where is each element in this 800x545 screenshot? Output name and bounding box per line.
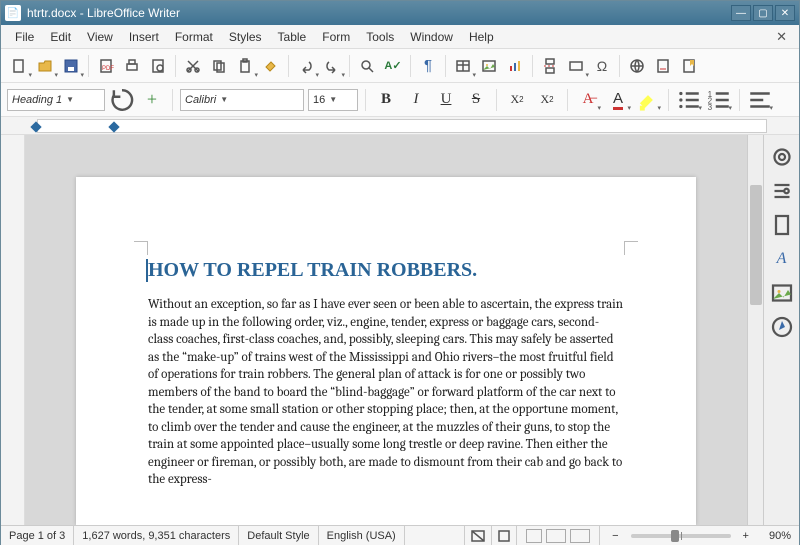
insert-field-button[interactable] [564,54,588,78]
sidebar-gallery-icon[interactable] [770,281,794,305]
view-book-button[interactable] [570,529,590,543]
status-spacer [405,526,465,545]
status-page-style[interactable]: Default Style [239,526,318,545]
menu-help[interactable]: Help [461,27,502,47]
strikethrough-button[interactable]: S [463,88,489,112]
document-body[interactable]: Without an exception, so far as I have e… [148,296,624,489]
export-pdf-button[interactable]: PDF [94,54,118,78]
font-name-combo[interactable]: Calibri▼ [180,89,304,111]
bullet-list-button[interactable] [676,88,702,112]
highlight-button[interactable] [635,88,661,112]
font-color-button[interactable]: A [605,88,631,112]
insert-page-break-button[interactable] [538,54,562,78]
insert-chart-button[interactable] [503,54,527,78]
view-single-page-button[interactable] [526,529,542,543]
margin-corner-icon [134,241,148,255]
new-button[interactable] [7,54,31,78]
sidebar: A [763,135,799,525]
status-language[interactable]: English (USA) [319,526,405,545]
svg-text:3: 3 [708,102,713,111]
ruler-horizontal[interactable] [1,117,799,135]
formatting-marks-button[interactable]: ¶ [416,54,440,78]
clone-formatting-button[interactable] [259,54,283,78]
minimize-button[interactable]: — [731,5,751,21]
menu-form[interactable]: Form [314,27,358,47]
insert-bookmark-button[interactable] [677,54,701,78]
close-document-button[interactable]: ✕ [770,26,793,48]
view-multi-page-button[interactable] [546,529,566,543]
zoom-in-button[interactable]: + [739,530,753,542]
app-icon: 📄 [5,5,21,21]
standard-toolbar: PDF A✓ ¶ Ω [1,49,799,83]
menu-file[interactable]: File [7,27,42,47]
cut-button[interactable] [181,54,205,78]
menu-insert[interactable]: Insert [121,27,167,47]
align-button[interactable] [747,88,773,112]
update-style-button[interactable] [109,88,135,112]
sidebar-page-icon[interactable] [770,213,794,237]
scrollbar-vertical[interactable] [747,135,763,525]
paste-button[interactable] [233,54,257,78]
insert-footnote-button[interactable] [651,54,675,78]
redo-button[interactable] [320,54,344,78]
bold-button[interactable]: B [373,88,399,112]
menu-edit[interactable]: Edit [42,27,79,47]
new-style-button[interactable]: + [139,88,165,112]
document-page[interactable]: HOW TO REPEL TRAIN ROBBERS. Without an e… [76,177,696,525]
status-page[interactable]: Page 1 of 3 [1,526,74,545]
status-signature[interactable] [492,526,517,545]
titlebar: 📄 htrtr.docx - LibreOffice Writer — ▢ ✕ [1,1,799,25]
copy-button[interactable] [207,54,231,78]
window-title: htrtr.docx - LibreOffice Writer [27,6,731,20]
status-selection-mode[interactable] [465,526,492,545]
close-window-button[interactable]: ✕ [775,5,795,21]
paragraph-style-combo[interactable]: Heading 1▼ [7,89,105,111]
insert-hyperlink-button[interactable] [625,54,649,78]
undo-button[interactable] [294,54,318,78]
margin-corner-icon [624,241,638,255]
formatting-toolbar: Heading 1▼ + Calibri▼ 16▼ B I U S X2 X2 … [1,83,799,117]
find-replace-button[interactable] [355,54,379,78]
menu-tools[interactable]: Tools [358,27,402,47]
statusbar: Page 1 of 3 1,627 words, 9,351 character… [1,525,799,545]
document-canvas[interactable]: HOW TO REPEL TRAIN ROBBERS. Without an e… [25,135,747,525]
insert-image-button[interactable] [477,54,501,78]
italic-button[interactable]: I [403,88,429,112]
insert-special-char-button[interactable]: Ω [590,54,614,78]
menu-table[interactable]: Table [270,27,315,47]
menu-styles[interactable]: Styles [221,27,270,47]
insert-table-button[interactable] [451,54,475,78]
sidebar-settings-icon[interactable] [770,145,794,169]
print-button[interactable] [120,54,144,78]
workarea: HOW TO REPEL TRAIN ROBBERS. Without an e… [1,135,799,525]
menu-window[interactable]: Window [402,27,461,47]
sidebar-properties-icon[interactable] [770,179,794,203]
font-size-combo[interactable]: 16▼ [308,89,358,111]
maximize-button[interactable]: ▢ [753,5,773,21]
save-button[interactable] [59,54,83,78]
open-button[interactable] [33,54,57,78]
ruler-vertical[interactable] [1,135,25,525]
zoom-slider[interactable] [631,534,731,538]
superscript-button[interactable]: X2 [504,88,530,112]
zoom-out-button[interactable]: − [608,530,622,542]
underline-button[interactable]: U [433,88,459,112]
print-preview-button[interactable] [146,54,170,78]
menubar: File Edit View Insert Format Styles Tabl… [1,25,799,49]
sidebar-navigator-icon[interactable] [770,315,794,339]
svg-text:PDF: PDF [102,66,114,72]
document-heading[interactable]: HOW TO REPEL TRAIN ROBBERS. [146,259,624,282]
subscript-button[interactable]: X2 [534,88,560,112]
spellcheck-button[interactable]: A✓ [381,54,405,78]
menu-format[interactable]: Format [167,27,221,47]
status-zoom[interactable]: 90% [761,526,799,545]
status-word-count[interactable]: 1,627 words, 9,351 characters [74,526,239,545]
number-list-button[interactable]: 123 [706,88,732,112]
clear-formatting-button[interactable]: A̶ [575,88,601,112]
menu-view[interactable]: View [79,27,121,47]
sidebar-styles-icon[interactable]: A [770,247,794,271]
